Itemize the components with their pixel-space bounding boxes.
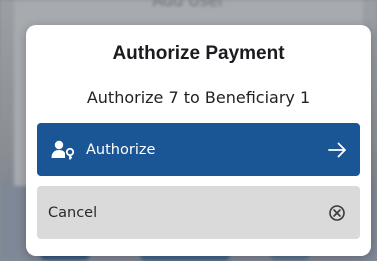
- authorize-button[interactable]: Authorize: [37, 123, 360, 176]
- cancel-button-label: Cancel: [48, 204, 98, 221]
- close-circle-icon: [326, 202, 348, 224]
- dialog-title: Authorize Payment: [112, 43, 285, 64]
- dialog-message: Authorize 7 to Beneficiary 1: [86, 88, 311, 107]
- cancel-button[interactable]: Cancel: [37, 186, 360, 239]
- arrow-right-icon: [326, 139, 348, 161]
- user-key-icon: [51, 140, 77, 160]
- authorize-payment-dialog: Authorize Payment Authorize 7 to Benefic…: [26, 25, 371, 256]
- authorize-button-label: Authorize: [86, 141, 156, 158]
- background-title: Add User: [152, 0, 225, 10]
